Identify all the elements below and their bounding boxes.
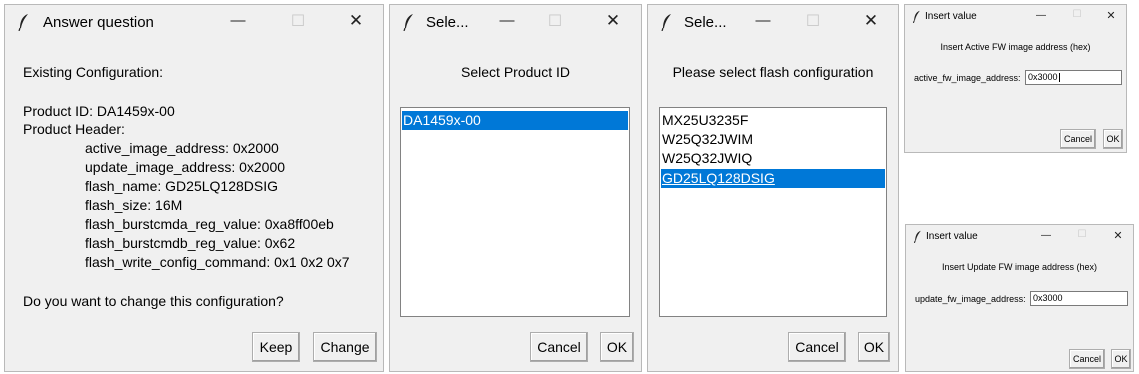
close-icon[interactable]: ✕: [598, 11, 628, 31]
maximize-icon[interactable]: ☐: [798, 11, 828, 31]
list-item[interactable]: DA1459x-00: [402, 111, 628, 130]
active-field-label: active_fw_image_address:: [914, 73, 1021, 83]
feather-icon: [661, 14, 671, 31]
minimize-icon[interactable]: —: [748, 12, 778, 29]
config-field: flash_write_config_command: 0x1 0x2 0x7: [85, 254, 350, 270]
flash-listbox[interactable]: MX25U3235F W25Q32JWIM W25Q32JWIQ GD25LQ1…: [659, 107, 887, 317]
input-value: 0x3000: [1033, 293, 1063, 303]
cancel-button[interactable]: Cancel: [1060, 129, 1096, 149]
config-field: flash_name: GD25LQ128DSIG: [85, 178, 278, 194]
list-item[interactable]: W25Q32JWIM: [661, 130, 885, 149]
window-title: Answer question: [43, 14, 154, 31]
maximize-icon[interactable]: ☐: [283, 11, 313, 31]
ok-button[interactable]: OK: [1103, 129, 1123, 149]
insert-update-value-dialog: Insert value — ☐ ✕ Insert Update FW imag…: [905, 224, 1134, 372]
title-bar[interactable]: Sele... — ☐ ✕: [390, 5, 641, 39]
ok-button[interactable]: OK: [858, 332, 890, 362]
select-flash-dialog: Sele... — ☐ ✕ Please select flash config…: [647, 4, 899, 372]
config-heading: Existing Configuration:: [23, 64, 164, 80]
close-icon[interactable]: ✕: [1101, 9, 1121, 22]
cancel-button[interactable]: Cancel: [530, 332, 588, 362]
insert-active-value-dialog: Insert value — ☐ ✕ Insert Active FW imag…: [904, 4, 1127, 153]
title-bar[interactable]: Insert value — ☐ ✕: [905, 5, 1126, 29]
title-bar[interactable]: Answer question — ☐ ✕: [5, 5, 383, 39]
ok-button[interactable]: OK: [600, 332, 634, 362]
list-item[interactable]: MX25U3235F: [661, 111, 885, 130]
maximize-icon[interactable]: ☐: [540, 11, 570, 31]
update-field-label: update_fw_image_address:: [915, 294, 1026, 304]
maximize-icon[interactable]: ☐: [1067, 9, 1087, 20]
product-header-text: Product Header:: [23, 121, 125, 137]
cancel-button[interactable]: Cancel: [788, 332, 846, 362]
select-product-dialog: Sele... — ☐ ✕ Select Product ID DA1459x-…: [389, 4, 642, 372]
maximize-icon[interactable]: ☐: [1072, 229, 1092, 240]
ok-button[interactable]: OK: [1111, 349, 1131, 369]
change-button[interactable]: Change: [313, 332, 377, 362]
insert-active-prompt: Insert Active FW image address (hex): [940, 42, 1091, 52]
feather-icon: [912, 10, 920, 23]
select-product-prompt: Select Product ID: [461, 64, 570, 80]
list-item[interactable]: GD25LQ128DSIG: [661, 169, 885, 188]
minimize-icon[interactable]: —: [492, 12, 522, 29]
window-title: Sele...: [684, 14, 727, 31]
title-bar[interactable]: Insert value — ☐ ✕: [906, 225, 1133, 249]
config-field: active_image_address: 0x2000: [85, 140, 279, 156]
list-item[interactable]: W25Q32JWIQ: [661, 149, 885, 168]
close-icon[interactable]: ✕: [856, 11, 886, 31]
answer-question-dialog: Answer question — ☐ ✕ Existing Configura…: [4, 4, 384, 372]
feather-icon: [913, 230, 921, 243]
minimize-icon[interactable]: —: [223, 12, 253, 29]
close-icon[interactable]: ✕: [1108, 229, 1128, 242]
input-value: 0x3000: [1028, 72, 1058, 82]
config-field: update_image_address: 0x2000: [85, 159, 286, 175]
insert-update-prompt: Insert Update FW image address (hex): [941, 262, 1098, 272]
text-cursor: [1058, 73, 1060, 83]
config-field: flash_burstcmdb_reg_value: 0x62: [85, 235, 296, 251]
config-field: flash_burstcmda_reg_value: 0xa8ff00eb: [85, 216, 334, 232]
minimize-icon[interactable]: —: [1031, 10, 1051, 21]
product-listbox[interactable]: DA1459x-00: [400, 107, 630, 317]
window-title: Insert value: [926, 231, 978, 242]
config-field: flash_size: 16M: [85, 197, 183, 213]
close-icon[interactable]: ✕: [341, 11, 371, 31]
window-title: Insert value: [925, 11, 977, 22]
select-flash-prompt: Please select flash configuration: [672, 64, 874, 80]
keep-button[interactable]: Keep: [252, 332, 300, 362]
active-fw-address-input[interactable]: 0x3000: [1025, 70, 1122, 85]
feather-icon: [18, 14, 28, 31]
change-question: Do you want to change this configuration…: [23, 293, 284, 309]
update-fw-address-input[interactable]: 0x3000: [1030, 291, 1128, 306]
feather-icon: [403, 14, 413, 31]
product-id-text: Product ID: DA1459x-00: [23, 103, 175, 119]
minimize-icon[interactable]: —: [1036, 230, 1056, 241]
title-bar[interactable]: Sele... — ☐ ✕: [648, 5, 898, 39]
window-title: Sele...: [426, 14, 469, 31]
cancel-button[interactable]: Cancel: [1069, 349, 1105, 369]
